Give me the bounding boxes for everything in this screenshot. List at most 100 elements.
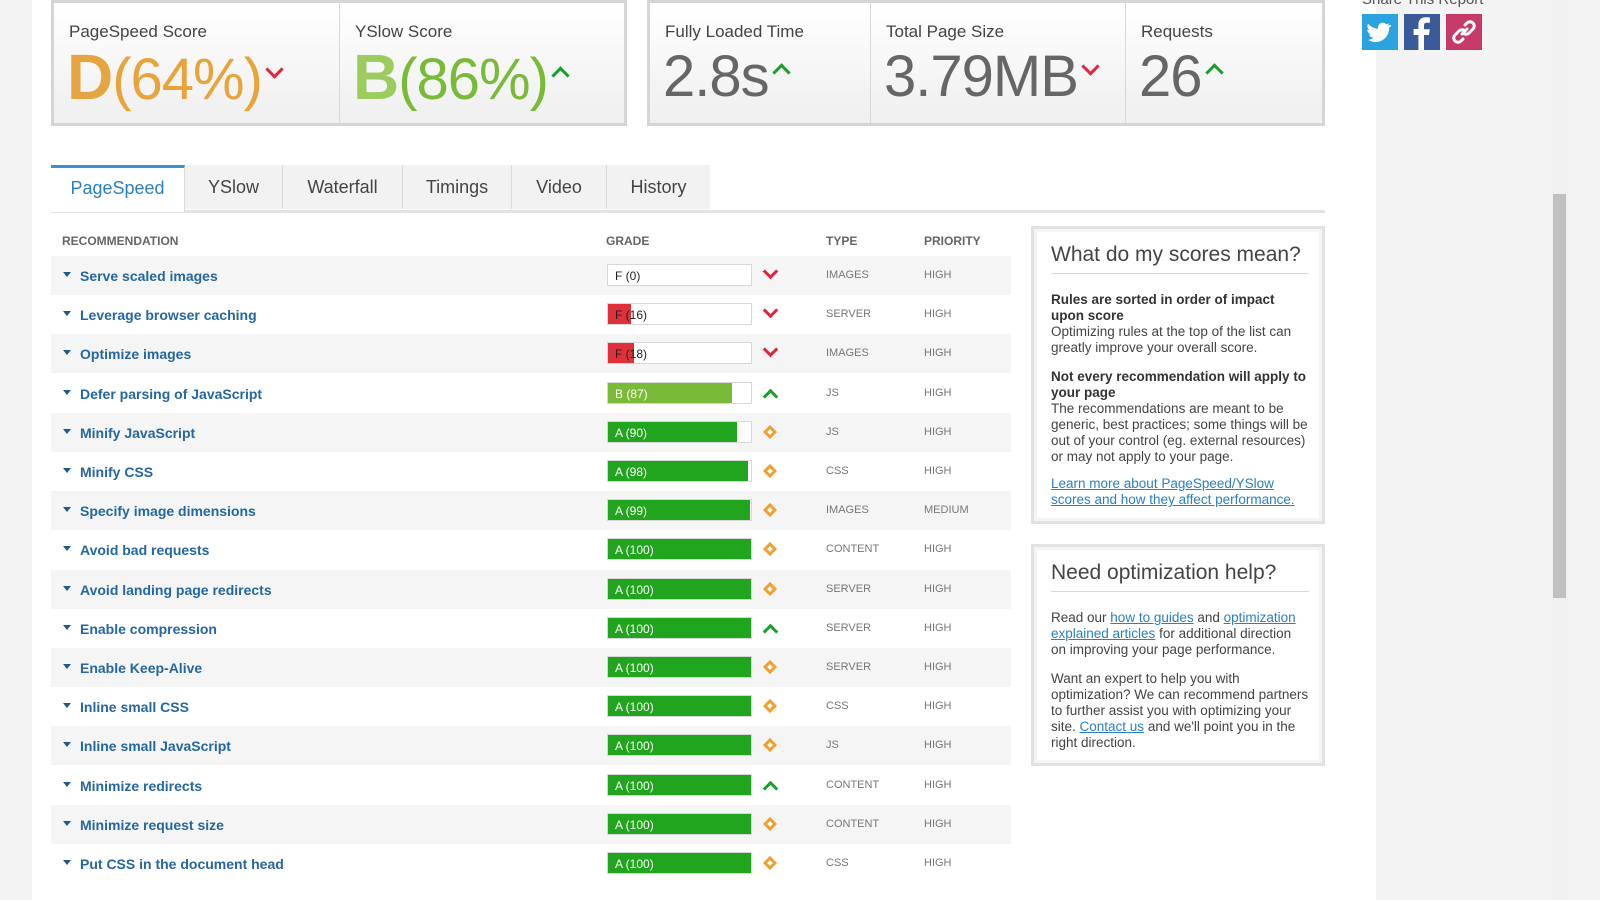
recommendation-type: CSS xyxy=(826,465,849,477)
optimization-help-panel: Need optimization help? Read our how to … xyxy=(1031,544,1325,766)
recommendation-name[interactable]: Minify CSS xyxy=(80,464,153,480)
facebook-icon[interactable] xyxy=(1404,14,1440,50)
indicator-shape xyxy=(762,816,778,831)
recommendation-name[interactable]: Enable Keep-Alive xyxy=(80,660,202,676)
tab-pagespeed[interactable]: PageSpeed xyxy=(51,165,185,212)
scores-panel-paragraph-1: Optimizing rules at the top of the list … xyxy=(1051,324,1292,355)
scores-panel-heading-1: Rules are sorted in order of impact upon… xyxy=(1051,292,1275,323)
header-priority[interactable]: PRIORITY xyxy=(924,234,981,248)
how-to-guides-link[interactable]: how to guides xyxy=(1110,610,1193,625)
expand-caret-icon[interactable] xyxy=(63,585,71,591)
recommendation-name[interactable]: Minimize redirects xyxy=(80,778,202,794)
indicator-shape xyxy=(762,503,778,518)
recommendation-name[interactable]: Inline small CSS xyxy=(80,699,189,715)
expand-caret-icon[interactable] xyxy=(63,468,71,473)
pagespeed-grade-letter: D xyxy=(67,41,113,113)
expand-caret-icon[interactable] xyxy=(63,350,71,356)
table-row[interactable]: Leverage browser caching F (16) SERVER HIGH xyxy=(51,295,1011,334)
expand-caret-icon[interactable] xyxy=(63,428,71,434)
pagespeed-score-label: PageSpeed Score xyxy=(69,22,207,41)
grade-bar: F (0) xyxy=(607,264,752,286)
expand-caret-icon[interactable] xyxy=(63,860,71,865)
tab-video[interactable]: Video xyxy=(512,165,607,209)
trend-up-icon xyxy=(762,388,779,404)
expand-caret-icon[interactable] xyxy=(63,546,71,552)
recommendation-type: IMAGES xyxy=(826,347,869,360)
table-row[interactable]: Inline small CSS A (100) CSS HIGH xyxy=(51,687,1011,726)
share-report-label: Share This Report xyxy=(1362,0,1483,8)
grades-box: PageSpeed Score D(64%) YSlow Score B(86%… xyxy=(51,0,627,126)
expand-caret-icon[interactable] xyxy=(63,507,71,513)
recommendation-name[interactable]: Put CSS in the document head xyxy=(80,856,284,872)
yslow-percent: (86%) xyxy=(398,47,549,112)
header-recommendation[interactable]: RECOMMENDATION xyxy=(62,234,178,248)
table-row[interactable]: Inline small JavaScript A (100) JS HIGH xyxy=(51,726,1011,766)
indicator-shape xyxy=(762,855,778,871)
page-size-number: 3.79MB xyxy=(884,44,1079,109)
expand-caret-icon[interactable] xyxy=(63,703,71,709)
recommendation-priority: HIGH xyxy=(924,739,952,752)
recommendation-priority: HIGH xyxy=(924,269,952,281)
recommendation-name[interactable]: Inline small JavaScript xyxy=(80,738,231,754)
grade-text: A (100) xyxy=(615,543,654,558)
grade-text: A (98) xyxy=(615,465,648,479)
tab-timings[interactable]: Timings xyxy=(403,165,512,209)
learn-more-link[interactable]: Learn more about PageSpeed/YSlow scores … xyxy=(1051,476,1295,507)
recommendation-type: CONTENT xyxy=(826,778,880,791)
tab-waterfall[interactable]: Waterfall xyxy=(283,165,403,209)
indicator-shape xyxy=(762,581,778,596)
table-row[interactable]: Serve scaled images F (0) IMAGES HIGH xyxy=(51,256,1011,295)
recommendation-type: SERVER xyxy=(826,661,872,673)
header-grade[interactable]: GRADE xyxy=(606,234,649,248)
yslow-grade-letter: B xyxy=(353,41,399,113)
table-row[interactable]: Minimize redirects A (100) CONTENT HIGH xyxy=(51,766,1011,805)
recommendation-name[interactable]: Avoid landing page redirects xyxy=(80,582,272,598)
table-row[interactable]: Minimize request size A (100) CONTENT HIGH xyxy=(51,804,1011,844)
trend-up-icon xyxy=(551,66,570,85)
recommendation-name[interactable]: Specify image dimensions xyxy=(80,503,256,519)
table-row[interactable]: Minify JavaScript A (90) JS HIGH xyxy=(51,412,1011,452)
expand-caret-icon[interactable] xyxy=(63,781,71,787)
recommendation-name[interactable]: Enable compression xyxy=(80,621,217,637)
table-row[interactable]: Specify image dimensions A (99) IMAGES MEDI… xyxy=(51,491,1011,531)
expand-caret-icon[interactable] xyxy=(63,311,71,317)
grade-bar: A (90) xyxy=(607,420,752,443)
expand-caret-icon[interactable] xyxy=(63,664,71,669)
table-row[interactable]: Avoid landing page redirects A (100) SERVE… xyxy=(51,569,1011,609)
expand-caret-icon[interactable] xyxy=(63,389,71,395)
twitter-icon[interactable] xyxy=(1362,14,1398,50)
table-row[interactable]: Defer parsing of JavaScript B (87) JS HIGH xyxy=(51,374,1011,413)
expand-caret-icon[interactable] xyxy=(63,624,71,630)
grade-bar: A (100) xyxy=(607,773,752,796)
tab-history[interactable]: History xyxy=(607,165,710,209)
table-row[interactable]: Enable Keep-Alive A (100) SERVER HIGH xyxy=(51,648,1011,687)
recommendation-name[interactable]: Minimize request size xyxy=(80,817,224,833)
recommendation-name[interactable]: Avoid bad requests xyxy=(80,542,209,558)
expand-caret-icon[interactable] xyxy=(63,742,71,748)
indicator-shape xyxy=(762,542,778,557)
table-row[interactable]: Avoid bad requests A (100) CONTENT HIGH xyxy=(51,530,1011,569)
recommendation-name[interactable]: Defer parsing of JavaScript xyxy=(80,386,262,402)
trend-down-icon xyxy=(762,302,779,319)
table-row[interactable]: Minify CSS A (98) CSS HIGH xyxy=(51,452,1011,491)
recommendation-name[interactable]: Minify JavaScript xyxy=(80,425,195,441)
header-type[interactable]: TYPE xyxy=(826,234,857,248)
table-row[interactable]: Enable compression A (100) SERVER HIGH xyxy=(51,609,1011,648)
recommendation-name[interactable]: Serve scaled images xyxy=(80,268,218,284)
link-icon[interactable] xyxy=(1446,14,1482,50)
scores-panel-paragraph-2: The recommendations are meant to be gene… xyxy=(1051,401,1308,464)
grade-text: A (99) xyxy=(615,504,648,519)
contact-us-link[interactable]: Contact us xyxy=(1080,719,1145,734)
table-row[interactable]: Put CSS in the document head A (100) CSS HI… xyxy=(51,844,1011,883)
tab-yslow[interactable]: YSlow xyxy=(185,165,283,209)
recommendation-name[interactable]: Optimize images xyxy=(80,346,191,362)
grade-bar: A (100) xyxy=(607,695,752,718)
help-panel-text-1: Read our how to guides and optimization … xyxy=(1051,610,1309,658)
scrollbar-thumb[interactable] xyxy=(1553,194,1566,598)
recommendation-name[interactable]: Leverage browser caching xyxy=(80,307,257,323)
table-row[interactable]: Optimize images F (18) IMAGES HIGH xyxy=(51,334,1011,374)
expand-caret-icon[interactable] xyxy=(63,820,71,826)
expand-caret-icon[interactable] xyxy=(63,272,71,277)
recommendation-type: JS xyxy=(826,425,839,438)
recommendation-priority: HIGH xyxy=(924,778,952,791)
